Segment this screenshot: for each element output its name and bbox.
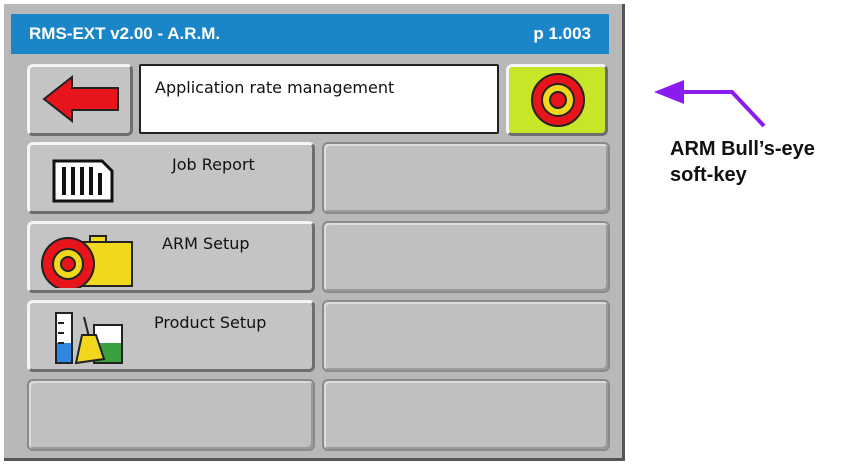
job-report-button[interactable]: Job Report	[27, 142, 315, 214]
empty-softkey-left-4	[27, 379, 315, 451]
job-report-label: Job Report	[172, 155, 255, 174]
page-number: p 1.003	[533, 24, 591, 43]
empty-softkey-right-1	[322, 142, 610, 214]
product-beakers-icon	[55, 312, 123, 365]
callout-text: ARM Bull’s-eye soft-key	[670, 136, 815, 188]
arm-setup-button[interactable]: ARM Setup	[27, 221, 315, 293]
empty-softkey-right-3	[322, 300, 610, 372]
app-title: RMS-EXT v2.00 - A.R.M.	[29, 24, 221, 43]
arm-setup-label: ARM Setup	[162, 234, 250, 253]
callout-line-1: ARM Bull’s-eye	[670, 138, 815, 160]
arm-bullseye-softkey[interactable]	[506, 64, 608, 136]
screen-title-field: Application rate management	[139, 64, 499, 134]
bullseye-icon	[531, 73, 585, 127]
back-button[interactable]	[27, 64, 133, 136]
title-bar: RMS-EXT v2.00 - A.R.M. p 1.003	[11, 14, 609, 54]
product-setup-button[interactable]: Product Setup	[27, 300, 315, 372]
empty-softkey-right-4	[322, 379, 610, 451]
bullseye-tank-icon	[41, 235, 133, 288]
callout-line-2: soft-key	[670, 164, 747, 186]
empty-softkey-right-2	[322, 221, 610, 293]
report-document-icon	[52, 159, 114, 203]
product-setup-label: Product Setup	[154, 313, 267, 332]
red-left-arrow-icon	[42, 75, 119, 123]
callout-arrow-icon	[654, 80, 766, 128]
